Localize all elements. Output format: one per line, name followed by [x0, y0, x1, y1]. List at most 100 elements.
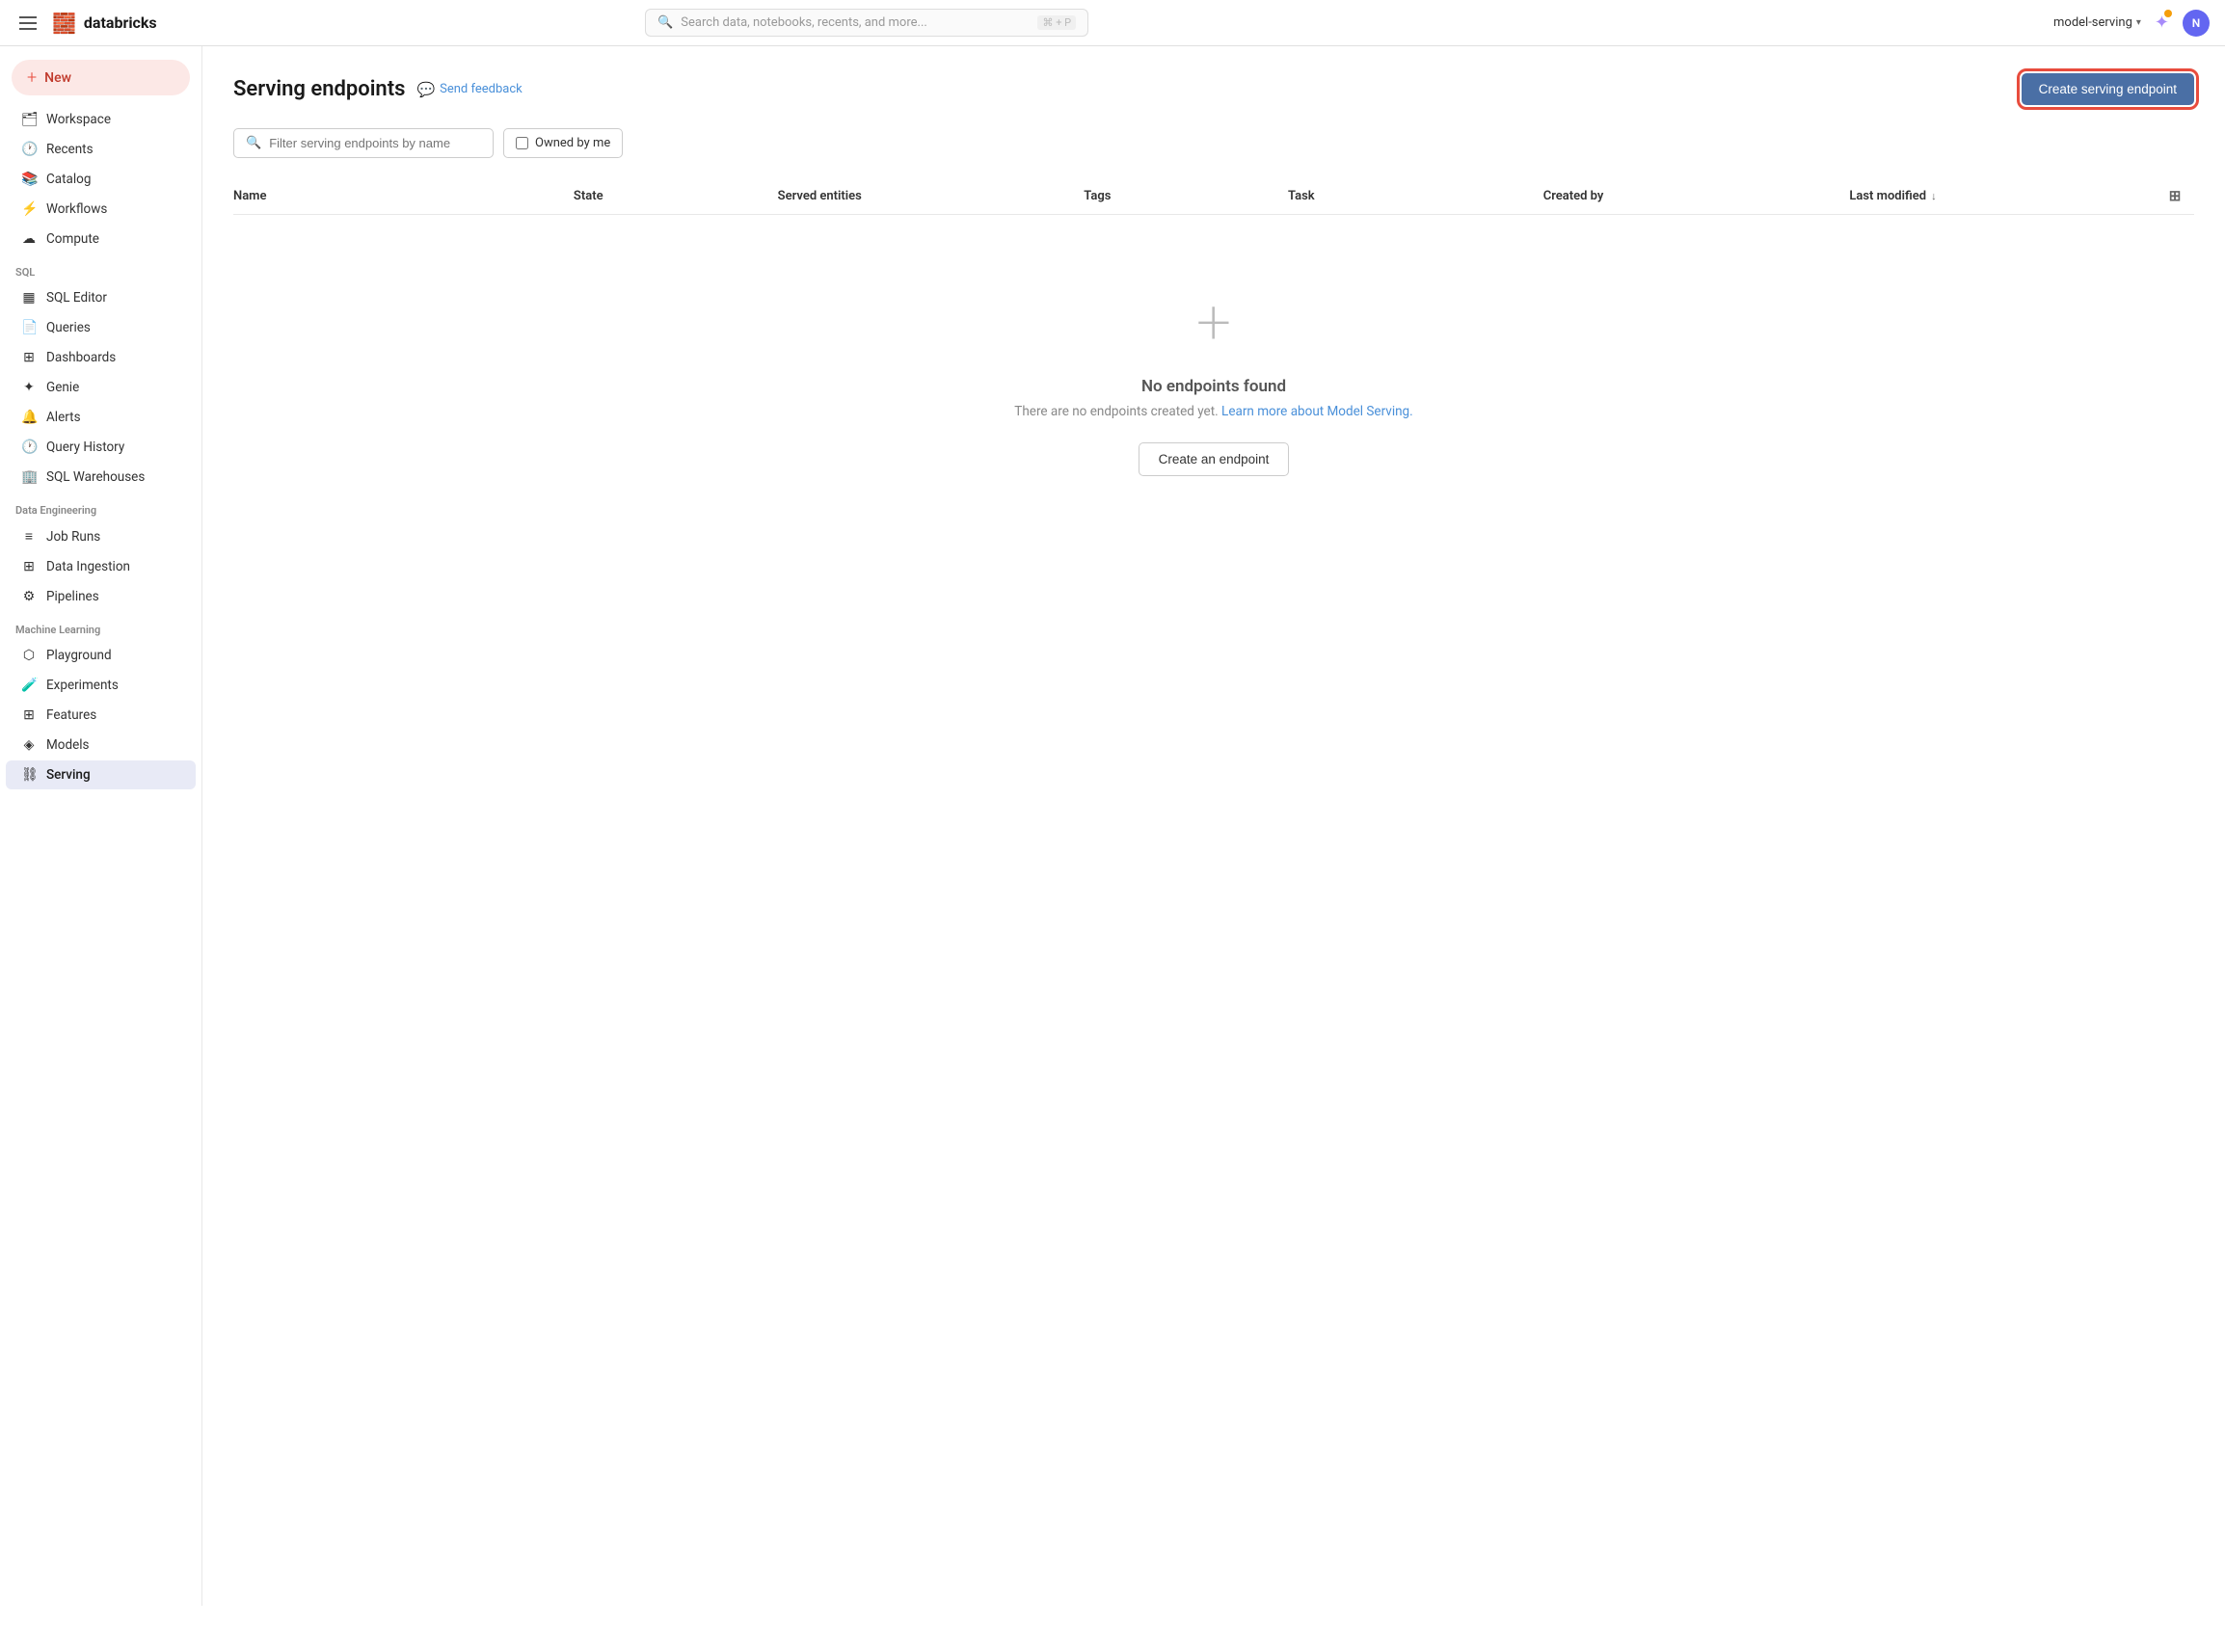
genie-icon: ✦ [21, 380, 37, 395]
sidebar-item-workflows[interactable]: ⚡ Workflows [6, 195, 196, 224]
recents-icon: 🕐 [21, 142, 37, 157]
workflows-icon: ⚡ [21, 201, 37, 217]
sidebar-item-data-ingestion[interactable]: ⊞ Data Ingestion [6, 552, 196, 581]
create-serving-endpoint-button[interactable]: Create serving endpoint [2022, 73, 2194, 105]
sidebar-item-label: Features [46, 707, 96, 723]
sidebar-item-genie[interactable]: ✦ Genie [6, 373, 196, 402]
sidebar-item-label: Dashboards [46, 350, 116, 365]
sidebar-item-dashboards[interactable]: ⊞ Dashboards [6, 343, 196, 372]
empty-state-title: No endpoints found [1141, 377, 1286, 396]
section-data-engineering: Data Engineering [0, 493, 201, 520]
logo-text: databricks [84, 13, 157, 32]
workspace-label: model-serving [2053, 15, 2132, 30]
sidebar-item-label: Playground [46, 648, 112, 663]
sidebar-item-label: Catalog [46, 172, 91, 187]
owned-by-me-checkbox[interactable] [516, 137, 528, 149]
sidebar-item-label: SQL Editor [46, 290, 107, 306]
catalog-icon: 📚 [21, 172, 37, 187]
new-button[interactable]: + New [12, 60, 190, 95]
search-placeholder: Search data, notebooks, recents, and mor… [681, 15, 1030, 30]
sidebar-item-label: Genie [46, 380, 79, 395]
search-shortcut: ⌘ + P [1037, 15, 1076, 30]
feedback-icon: 💬 [416, 81, 435, 98]
sidebar-item-playground[interactable]: ⬡ Playground [6, 641, 196, 670]
col-header-state: State [574, 189, 778, 203]
table-header: Name State Served entities Tags Task Cre… [233, 177, 2194, 215]
experiments-icon: 🧪 [21, 678, 37, 693]
models-icon: ◈ [21, 737, 37, 753]
owned-by-me-filter[interactable]: Owned by me [503, 128, 623, 158]
sort-icon[interactable]: ↓ [1931, 190, 1937, 202]
new-button-label: New [44, 70, 71, 86]
sidebar-item-label: Pipelines [46, 589, 99, 604]
sidebar-item-recents[interactable]: 🕐 Recents [6, 135, 196, 164]
filter-search-input[interactable] [269, 136, 481, 150]
sidebar-item-pipelines[interactable]: ⚙ Pipelines [6, 582, 196, 611]
compute-icon: ☁ [21, 231, 37, 247]
filters-row: 🔍 Owned by me [233, 128, 2194, 158]
global-search[interactable]: 🔍 Search data, notebooks, recents, and m… [645, 9, 1088, 37]
sidebar-item-label: Recents [46, 142, 94, 157]
serving-icon: ⛓ [21, 767, 37, 783]
empty-plus-icon: + [1196, 292, 1231, 354]
databricks-logo-icon: 🧱 [52, 12, 76, 35]
page-title: Serving endpoints [233, 77, 405, 101]
sidebar-item-label: Workflows [46, 201, 107, 217]
sidebar-item-features[interactable]: ⊞ Features [6, 701, 196, 730]
sidebar-item-label: SQL Warehouses [46, 469, 145, 485]
create-endpoint-button[interactable]: Create an endpoint [1139, 442, 1290, 476]
sidebar-item-label: Query History [46, 440, 124, 455]
query-history-icon: 🕐 [21, 440, 37, 455]
star-icon[interactable]: ✦ [2155, 13, 2169, 33]
sidebar-item-label: Queries [46, 320, 91, 335]
logo: 🧱 databricks [52, 12, 157, 35]
col-header-last-modified: Last modified ↓ [1849, 189, 2156, 203]
sidebar-item-compute[interactable]: ☁ Compute [6, 225, 196, 253]
col-header-served-entities: Served entities [778, 189, 1085, 203]
sidebar-item-serving[interactable]: ⛓ Serving [6, 760, 196, 789]
workspace-icon: 🗂 [21, 112, 37, 127]
section-machine-learning: Machine Learning [0, 612, 201, 640]
sidebar-item-catalog[interactable]: 📚 Catalog [6, 165, 196, 194]
notification-badge [2164, 10, 2172, 17]
data-ingestion-icon: ⊞ [21, 559, 37, 574]
send-feedback-label: Send feedback [440, 82, 523, 96]
sidebar-item-workspace[interactable]: 🗂 Workspace [6, 105, 196, 134]
sql-warehouses-icon: 🏢 [21, 469, 37, 485]
sidebar-item-models[interactable]: ◈ Models [6, 731, 196, 759]
queries-icon: 📄 [21, 320, 37, 335]
sidebar-item-label: Alerts [46, 410, 81, 425]
features-icon: ⊞ [21, 707, 37, 723]
learn-more-link[interactable]: Learn more about Model Serving. [1221, 404, 1413, 419]
sidebar-item-query-history[interactable]: 🕐 Query History [6, 433, 196, 462]
sidebar-item-label: Job Runs [46, 529, 100, 545]
sidebar-item-experiments[interactable]: 🧪 Experiments [6, 671, 196, 700]
col-header-created-by: Created by [1543, 189, 1850, 203]
col-header-name: Name [233, 189, 574, 203]
playground-icon: ⬡ [21, 648, 37, 663]
sidebar-item-queries[interactable]: 📄 Queries [6, 313, 196, 342]
workspace-selector[interactable]: model-serving ▾ [2053, 15, 2141, 30]
dashboards-icon: ⊞ [21, 350, 37, 365]
col-header-task: Task [1288, 189, 1543, 203]
search-icon: 🔍 [657, 15, 673, 30]
main-header: Serving endpoints 💬 Send feedback Create… [233, 73, 2194, 105]
send-feedback-link[interactable]: 💬 Send feedback [416, 81, 522, 98]
empty-state-description: There are no endpoints created yet. Lear… [1014, 404, 1412, 419]
sql-editor-icon: ▦ [21, 290, 37, 306]
sidebar-item-label: Data Ingestion [46, 559, 130, 574]
sidebar-item-alerts[interactable]: 🔔 Alerts [6, 403, 196, 432]
main-title-group: Serving endpoints 💬 Send feedback [233, 77, 523, 101]
hamburger-menu[interactable] [15, 13, 40, 34]
sidebar-item-job-runs[interactable]: ≡ Job Runs [6, 521, 196, 551]
column-settings-icon[interactable]: ⊞ [2169, 187, 2182, 204]
sidebar-item-sql-editor[interactable]: ▦ SQL Editor [6, 283, 196, 312]
chevron-down-icon: ▾ [2136, 17, 2141, 28]
filter-search-box[interactable]: 🔍 [233, 128, 494, 158]
sidebar-item-label: Serving [46, 767, 91, 783]
user-avatar[interactable]: N [2183, 10, 2210, 37]
sidebar: + New 🗂 Workspace 🕐 Recents 📚 Catalog ⚡ … [0, 46, 202, 1606]
sidebar-item-sql-warehouses[interactable]: 🏢 SQL Warehouses [6, 463, 196, 492]
sidebar-item-label: Compute [46, 231, 99, 247]
empty-state: + No endpoints found There are no endpoi… [233, 215, 2194, 534]
